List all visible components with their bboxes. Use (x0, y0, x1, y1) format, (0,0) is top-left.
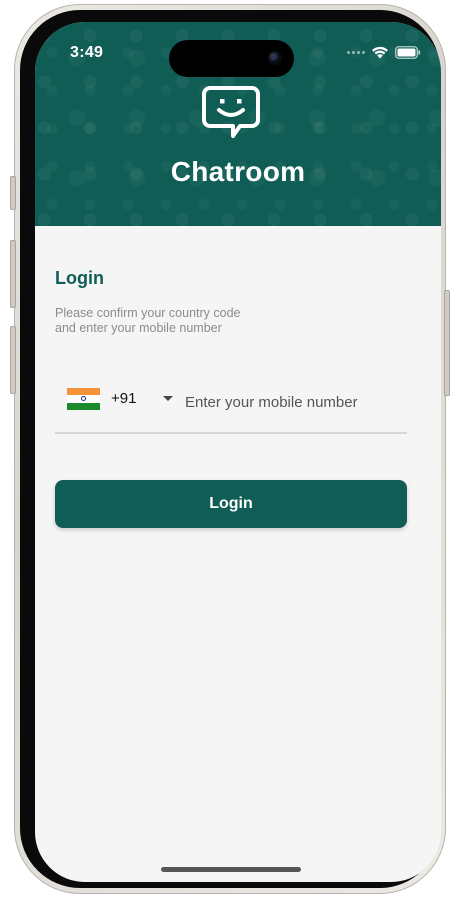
volume-up-button (10, 240, 16, 308)
dynamic-island (169, 40, 294, 77)
cellular-signal-icon (347, 51, 365, 54)
login-button[interactable]: Login (55, 480, 407, 528)
country-dropdown-icon[interactable] (163, 396, 173, 401)
phone-number-row: +91 (55, 378, 407, 434)
status-bar: 3:49 (35, 22, 441, 77)
home-indicator[interactable] (161, 867, 301, 872)
power-button (444, 290, 450, 396)
country-dial-code[interactable]: +91 (111, 390, 136, 407)
instructions-line-2: and enter your mobile number (55, 321, 222, 335)
app-screen: 3:49 Chatroom Login Please confirm your … (35, 22, 441, 882)
login-heading: Login (55, 268, 104, 288)
front-camera-icon (268, 51, 282, 65)
phone-device-frame: 3:49 Chatroom Login Please confirm your … (10, 4, 450, 894)
india-flag-icon[interactable] (67, 388, 100, 410)
battery-icon (395, 46, 421, 59)
mobile-number-input[interactable] (183, 384, 407, 420)
app-title: Chatroom (170, 156, 306, 187)
ashoka-chakra-icon (81, 396, 86, 402)
volume-down-button (10, 326, 16, 394)
instructions-line-1: Please confirm your country code (55, 306, 241, 320)
action-button (10, 176, 16, 210)
app-header: 3:49 Chatroom (35, 22, 441, 226)
status-icons (347, 46, 421, 59)
login-instructions: Please confirm your country code and ent… (55, 306, 355, 336)
wifi-icon (372, 46, 388, 59)
chat-smiley-icon (202, 86, 260, 138)
status-time: 3:49 (70, 44, 104, 61)
